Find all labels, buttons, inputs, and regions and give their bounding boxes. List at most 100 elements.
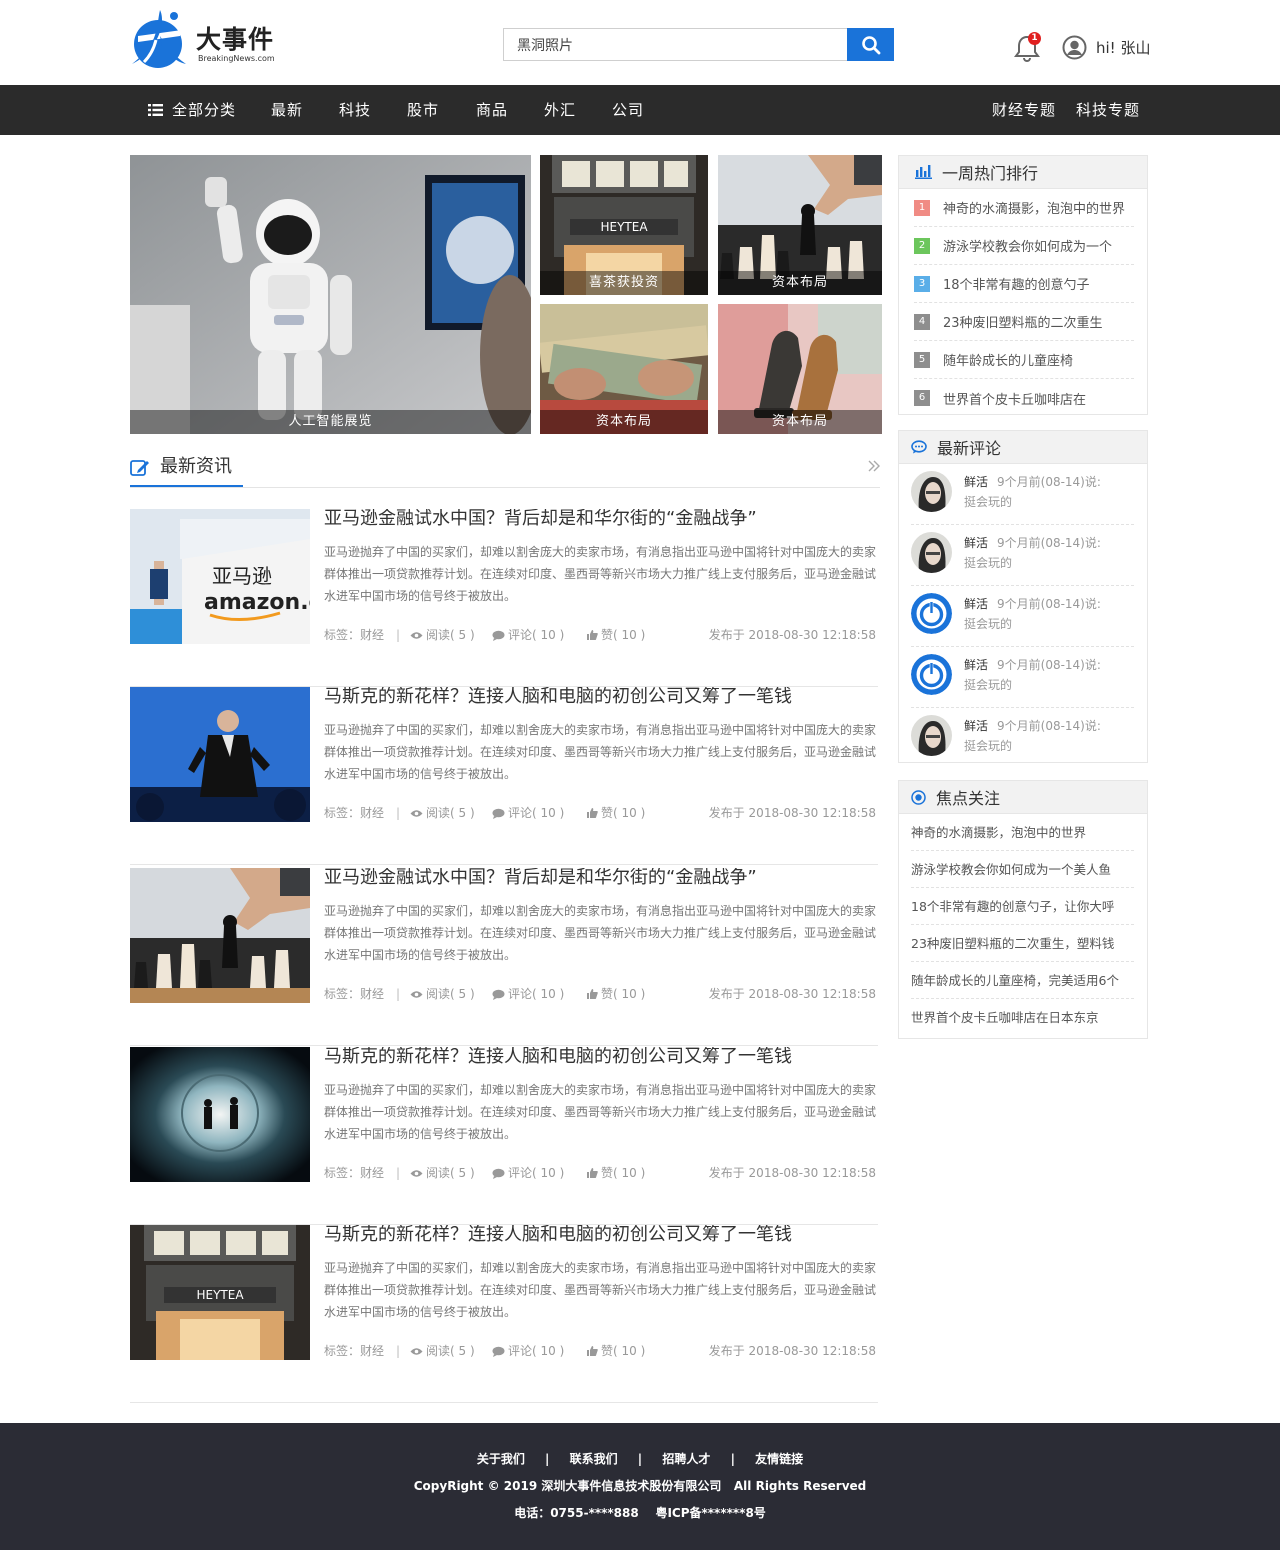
footer-link-contact[interactable]: 联系我们 — [570, 1450, 618, 1467]
list-item[interactable]: 神奇的水滴摄影，泡泡中的世界 — [911, 814, 1134, 851]
comment-text: 挺会玩的 — [964, 739, 1013, 753]
avatar[interactable] — [911, 532, 952, 573]
comment-item[interactable]: 鲜活 9个月前(08-14)说: 挺会玩的 — [911, 647, 1134, 708]
hero-tile-heytea[interactable]: HEYTEA 喜茶获投资 — [540, 155, 708, 295]
article-item[interactable]: 亚马逊 amazon.cn 亚马逊金融试水中国？背后却是和华尔街的“金融战争” … — [130, 509, 878, 687]
article-tag[interactable]: 标签：财经 — [324, 1343, 384, 1359]
comment-item[interactable]: 鲜活 9个月前(08-14)说: 挺会玩的 — [911, 586, 1134, 647]
nav-item-forex[interactable]: 外汇 — [544, 85, 576, 135]
portrait-avatar-icon — [911, 715, 952, 756]
comment-author[interactable]: 鲜活 — [964, 656, 988, 673]
nav-item-stocks[interactable]: 股市 — [407, 85, 439, 135]
list-item[interactable]: 1 神奇的水滴摄影，泡泡中的世界 — [914, 189, 1134, 227]
article-comments[interactable]: 评论( 10 ) — [492, 1165, 564, 1181]
nav-item-commodities[interactable]: 商品 — [476, 85, 508, 135]
nav-item-company[interactable]: 公司 — [612, 85, 644, 135]
site-logo[interactable]: 大事件 BreakingNews.com — [130, 6, 290, 72]
search-input[interactable] — [503, 28, 848, 61]
notifications-button[interactable]: 1 — [1014, 32, 1042, 62]
article-item[interactable]: 亚马逊金融试水中国？背后却是和华尔街的“金融战争” 亚马逊抛弃了中国的买家们，却… — [130, 868, 878, 1046]
comment-icon — [492, 808, 505, 819]
nav-item-tech[interactable]: 科技 — [339, 85, 371, 135]
article-likes[interactable]: 赞( 10 ) — [586, 1343, 645, 1359]
article-thumbnail[interactable] — [130, 687, 310, 822]
hero-tile-money[interactable]: 资本布局 — [540, 304, 708, 434]
comment-item[interactable]: 鲜活 9个月前(08-14)说: 挺会玩的 — [911, 525, 1134, 586]
list-item[interactable]: 随年龄成长的儿童座椅，完美适用6个 — [911, 962, 1134, 999]
list-item[interactable]: 23种废旧塑料瓶的二次重生，塑料钱 — [911, 925, 1134, 962]
article-comments[interactable]: 评论( 10 ) — [492, 1343, 564, 1359]
eye-icon — [410, 809, 423, 817]
avatar[interactable] — [911, 715, 952, 756]
news-more-link[interactable] — [868, 460, 880, 476]
nav-all-categories[interactable]: 全部分类 — [148, 85, 236, 135]
svg-text:HEYTEA: HEYTEA — [196, 1288, 244, 1302]
comment-author[interactable]: 鲜活 — [964, 717, 988, 734]
list-item[interactable]: 4 23种废旧塑料瓶的二次重生 — [914, 303, 1134, 341]
article-thumbnail[interactable]: 亚马逊 amazon.cn — [130, 509, 310, 644]
list-item[interactable]: 游泳学校教会你如何成为一个美人鱼 — [911, 851, 1134, 888]
list-item[interactable]: 18个非常有趣的创意勺子，让你大呼 — [911, 888, 1134, 925]
comment-icon — [492, 630, 505, 641]
list-item[interactable]: 5 随年龄成长的儿童座椅 — [914, 341, 1134, 379]
article-comments[interactable]: 评论( 10 ) — [492, 986, 564, 1002]
site-header: 大事件 BreakingNews.com 1 hi! 张山 — [0, 0, 1280, 85]
article-tag[interactable]: 标签：财经 — [324, 805, 384, 821]
avatar[interactable] — [911, 593, 952, 634]
footer-link-about[interactable]: 关于我们 — [477, 1450, 525, 1467]
article-tag[interactable]: 标签：财经 — [324, 986, 384, 1002]
article-title[interactable]: 亚马逊金融试水中国？背后却是和华尔街的“金融战争” — [324, 868, 878, 888]
article-title[interactable]: 亚马逊金融试水中国？背后却是和华尔街的“金融战争” — [324, 509, 878, 529]
article-item[interactable]: 马斯克的新花样？连接人脑和电脑的初创公司又筹了一笔钱 亚马逊抛弃了中国的买家们，… — [130, 687, 878, 865]
comment-time: 9个月前(08-14)说: — [997, 719, 1101, 733]
article-likes[interactable]: 赞( 10 ) — [586, 1165, 645, 1181]
meta-separator: | — [396, 1344, 401, 1358]
comment-icon — [492, 989, 505, 1000]
article-tag[interactable]: 标签：财经 — [324, 1165, 384, 1181]
search-button[interactable] — [847, 28, 894, 61]
article-thumbnail[interactable] — [130, 868, 310, 1003]
avatar[interactable] — [911, 654, 952, 695]
svg-text:amazon.cn: amazon.cn — [204, 590, 310, 615]
article-title[interactable]: 马斯克的新花样？连接人脑和电脑的初创公司又筹了一笔钱 — [324, 687, 878, 707]
hero-tile-knights[interactable]: 资本布局 — [718, 304, 882, 434]
focus-list: 神奇的水滴摄影，泡泡中的世界 游泳学校教会你如何成为一个美人鱼 18个非常有趣的… — [899, 814, 1147, 1036]
bar-chart-icon — [915, 165, 932, 179]
article-comments[interactable]: 评论( 10 ) — [492, 627, 564, 643]
article-likes[interactable]: 赞( 10 ) — [586, 627, 645, 643]
hero-main-tile[interactable]: 人工智能展览 — [130, 155, 531, 434]
footer-link-careers[interactable]: 招聘人才 — [662, 1450, 710, 1467]
nav-item-latest[interactable]: 最新 — [271, 85, 303, 135]
footer-link-friends[interactable]: 友情链接 — [755, 1450, 803, 1467]
rank-number: 5 — [914, 351, 930, 368]
comment-author[interactable]: 鲜活 — [964, 534, 988, 551]
article-likes[interactable]: 赞( 10 ) — [586, 986, 645, 1002]
article-tag[interactable]: 标签：财经 — [324, 627, 384, 643]
comment-author[interactable]: 鲜活 — [964, 473, 988, 490]
comment-item[interactable]: 鲜活 9个月前(08-14)说: 挺会玩的 — [911, 464, 1134, 525]
user-menu[interactable]: hi! 张山 — [1062, 33, 1150, 61]
nav-item-tech-topics[interactable]: 科技专题 — [1076, 85, 1140, 135]
list-item[interactable]: 2 游泳学校教会你如何成为一个 — [914, 227, 1134, 265]
power-ring-avatar-icon — [911, 593, 952, 634]
list-item[interactable]: 世界首个皮卡丘咖啡店在日本东京 — [911, 999, 1134, 1036]
article-comments[interactable]: 评论( 10 ) — [492, 805, 564, 821]
comment-item[interactable]: 鲜活 9个月前(08-14)说: 挺会玩的 — [911, 708, 1134, 769]
list-item[interactable]: 6 世界首个皮卡丘咖啡店在 — [914, 379, 1134, 417]
article-title[interactable]: 马斯克的新花样？连接人脑和电脑的初创公司又筹了一笔钱 — [324, 1225, 878, 1245]
article-title[interactable]: 马斯克的新花样？连接人脑和电脑的初创公司又筹了一笔钱 — [324, 1047, 878, 1067]
hero-caption: 人工智能展览 — [130, 410, 531, 434]
avatar[interactable] — [911, 471, 952, 512]
article-thumbnail[interactable] — [130, 1047, 310, 1182]
article-likes[interactable]: 赞( 10 ) — [586, 805, 645, 821]
footer-separator: | — [637, 1452, 643, 1466]
list-item[interactable]: 3 18个非常有趣的创意勺子 — [914, 265, 1134, 303]
article-item[interactable]: HEYTEA 马斯克的新花样？连接人脑和电脑的初创公司又筹了一笔钱 亚马逊抛弃了… — [130, 1225, 878, 1403]
hero-tile-chess[interactable]: 资本布局 — [718, 155, 882, 295]
edit-icon — [130, 460, 149, 476]
article-thumbnail[interactable]: HEYTEA — [130, 1225, 310, 1360]
comment-author[interactable]: 鲜活 — [964, 595, 988, 612]
article-comments-label: 评论( 10 ) — [508, 1344, 565, 1358]
article-item[interactable]: 马斯克的新花样？连接人脑和电脑的初创公司又筹了一笔钱 亚马逊抛弃了中国的买家们，… — [130, 1047, 878, 1225]
nav-item-finance-topics[interactable]: 财经专题 — [992, 85, 1056, 135]
